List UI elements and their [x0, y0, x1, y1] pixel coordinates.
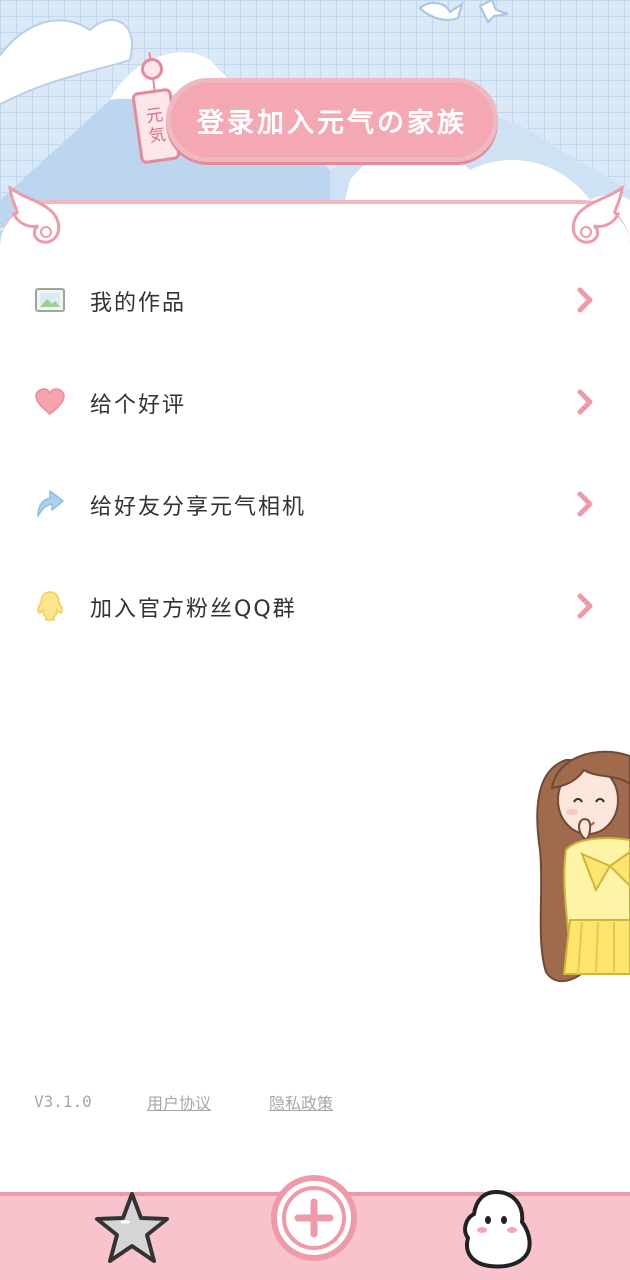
plus-icon[interactable] — [268, 1172, 360, 1264]
star-icon[interactable] — [92, 1188, 172, 1268]
ghost-mascot-icon[interactable] — [458, 1186, 538, 1272]
heart-icon — [34, 387, 66, 417]
login-area: 元 気 登录加入元气の家族 — [128, 46, 508, 176]
menu-item-my-works[interactable]: 我的作品 — [0, 249, 630, 351]
qq-penguin-icon — [34, 591, 66, 621]
left-wing-icon — [8, 184, 61, 244]
user-agreement-link[interactable]: 用户协议 — [147, 1090, 211, 1114]
picture-icon — [34, 285, 66, 315]
menu-item-label: 加入官方粉丝QQ群 — [90, 597, 297, 622]
tag-knot — [141, 58, 163, 80]
menu-list: 我的作品 给个好评 给好友分享元气相机 加入官方粉丝QQ群 — [0, 249, 630, 657]
login-button[interactable]: 登录加入元气の家族 — [166, 78, 498, 162]
chevron-right-icon — [576, 287, 594, 317]
chevron-right-icon — [576, 593, 594, 623]
menu-item-label: 给个好评 — [90, 393, 187, 418]
chevron-right-icon — [576, 491, 594, 521]
tag-char-2: 気 — [147, 124, 168, 147]
tag-char-1: 元 — [144, 105, 165, 128]
chevron-right-icon — [576, 389, 594, 419]
login-button-label: 登录加入元气の家族 — [197, 107, 467, 139]
version-label: V3.1.0 — [34, 1092, 92, 1111]
menu-item-label: 我的作品 — [90, 291, 187, 316]
right-wing-icon — [571, 184, 624, 244]
menu-item-qq-group[interactable]: 加入官方粉丝QQ群 — [0, 555, 630, 657]
girl-illustration — [536, 750, 630, 983]
privacy-policy-link[interactable]: 隐私政策 — [269, 1090, 333, 1114]
menu-item-label: 给好友分享元气相机 — [90, 495, 307, 520]
share-arrow-icon — [34, 489, 66, 519]
menu-item-share[interactable]: 给好友分享元气相机 — [0, 453, 630, 555]
menu-item-rate[interactable]: 给个好评 — [0, 351, 630, 453]
